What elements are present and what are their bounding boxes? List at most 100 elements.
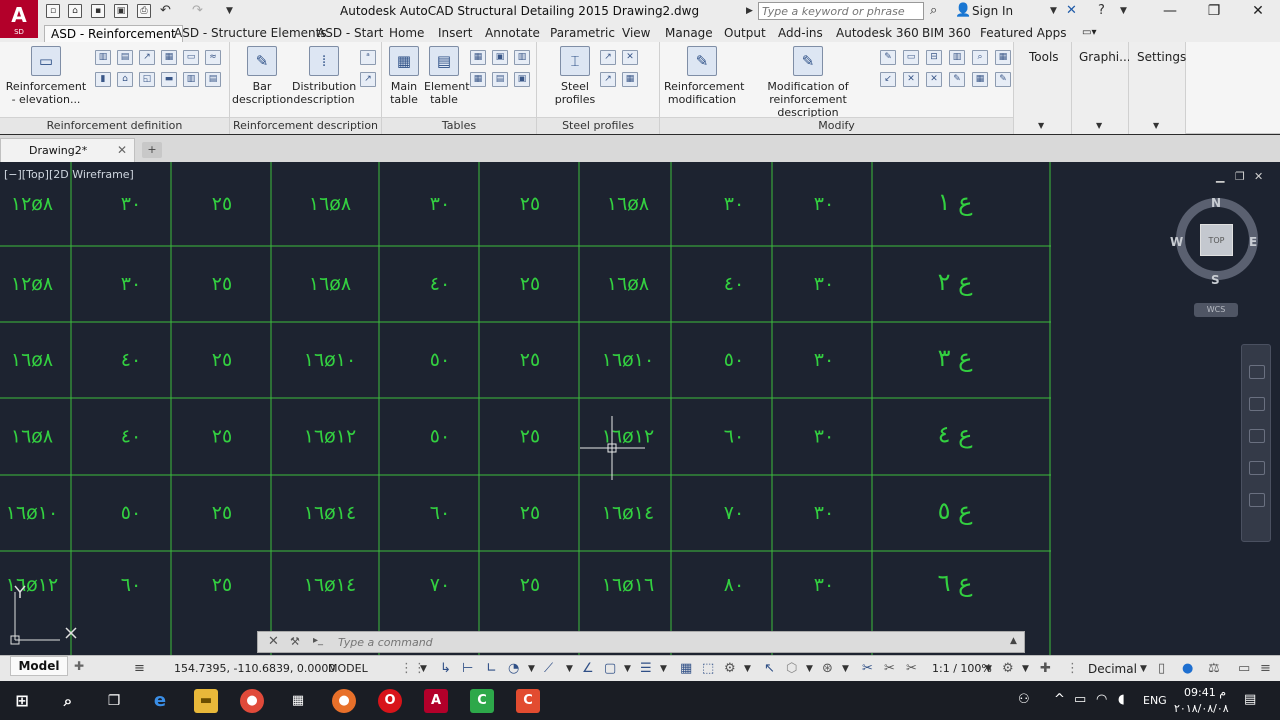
drawing-viewport[interactable]: ١٢ø٨ ٣٠ ٢٥ ١٦ø٨ ٣٠ ٢٥ ١٦ø٨ ٣٠ ٣٠ ع ١ ١٢ø٨ ٣٠ ٢٥ ١٦ø٨ ٤… — [0, 162, 1280, 655]
modify-tool-icon-5[interactable]: ⌕ — [972, 50, 988, 65]
chrome-browser-icon[interactable]: ● — [240, 689, 264, 713]
rebar-tool-icon-1[interactable]: ▥ — [95, 50, 111, 65]
edge-browser-icon[interactable]: e — [148, 689, 172, 713]
panel-settings[interactable]: Settings ▼ — [1129, 42, 1186, 134]
network-icon[interactable]: ▭ — [1074, 692, 1086, 707]
scale-dropdown-icon[interactable]: ▼ — [985, 664, 992, 674]
annotation-visibility-icon[interactable]: ✂ — [862, 661, 873, 676]
people-icon[interactable]: ⚇ — [1018, 692, 1030, 707]
help-dropdown-icon[interactable]: ▼ — [1120, 6, 1127, 16]
maximize-icon[interactable]: ❐ — [1192, 0, 1236, 23]
command-line-close-icon[interactable]: ✕ — [268, 634, 279, 649]
help-search-input[interactable] — [758, 2, 924, 20]
tab-asd-structure-elements[interactable]: ASD - Structure Elements — [168, 25, 333, 42]
undo-icon[interactable]: ↶ — [160, 3, 171, 18]
modify-tool-icon-6[interactable]: ▦ — [995, 50, 1011, 65]
table-tool-icon-2[interactable]: ▣ — [492, 50, 508, 65]
modification-of-reinforcement-description-button[interactable]: ✎ Modification of reinforcement descript… — [744, 46, 872, 119]
notifications-icon[interactable]: ▤ — [1244, 692, 1256, 707]
tab-add-ins[interactable]: Add-ins — [772, 25, 829, 42]
workspace-switching-icon[interactable]: ⚙ — [1002, 661, 1014, 676]
selection-cycling-icon[interactable]: ⬚ — [702, 661, 714, 676]
rebar-tool-icon-4[interactable]: ▦ — [161, 50, 177, 65]
steel-tool-icon-4[interactable]: ▦ — [622, 72, 638, 87]
showmotion-icon[interactable] — [1249, 493, 1265, 507]
opera-browser-icon[interactable]: O — [378, 689, 402, 713]
command-history-icon[interactable]: ▲ — [1010, 636, 1017, 646]
tab-asd-reinforcement[interactable]: ASD - Reinforcement — [44, 25, 183, 42]
ribbon-minimize-icon[interactable]: ▭▾ — [1076, 25, 1102, 42]
rebar-tool-icon-6[interactable]: ≈ — [205, 50, 221, 65]
viewport-minimize-icon[interactable]: ▁ — [1216, 170, 1224, 183]
dynamic-input-icon[interactable]: ⊢ — [462, 661, 473, 676]
command-prompt-icon[interactable]: ▸_ — [313, 635, 323, 646]
save-as-icon[interactable]: ▣ — [114, 4, 128, 18]
rebar-tool-icon-2[interactable]: ▤ — [117, 50, 133, 65]
annotation-monitor-icon[interactable]: ✚ — [1040, 661, 1051, 676]
tab-manage[interactable]: Manage — [659, 25, 719, 42]
viewport-controls-label[interactable]: [−][Top][2D Wireframe] — [4, 168, 134, 181]
application-menu-button[interactable]: A SD — [0, 0, 38, 38]
units-dropdown-icon[interactable]: ▼ — [1140, 664, 1147, 674]
cad-drawing[interactable]: ١٢ø٨ ٣٠ ٢٥ ١٦ø٨ ٣٠ ٢٥ ١٦ø٨ ٣٠ ٣٠ ع ١ ١٢ø٨ ٣٠ ٢٥ ١٦ø٨ ٤… — [0, 162, 1280, 655]
tab-insert[interactable]: Insert — [432, 25, 478, 42]
rebar-tool-icon-9[interactable]: ◱ — [139, 72, 155, 87]
plot-icon[interactable]: ⎙ — [137, 4, 151, 18]
distribution-description-button[interactable]: ⦙ Distribution description — [292, 46, 356, 106]
tab-featured-apps[interactable]: Featured Apps — [974, 25, 1072, 42]
filter-dropdown-icon[interactable]: ▼ — [806, 664, 813, 674]
customization-icon[interactable]: ≡ — [1260, 661, 1271, 676]
transparency-icon[interactable]: ▦ — [680, 661, 692, 676]
modify-tool-icon-2[interactable]: ▭ — [903, 50, 919, 65]
annotation-scale-icon[interactable]: ✂ — [906, 661, 917, 676]
rebar-tool-icon-5[interactable]: ▭ — [183, 50, 199, 65]
tab-annotate[interactable]: Annotate — [479, 25, 546, 42]
wifi-icon[interactable]: ◠ — [1096, 692, 1107, 707]
new-tab-button[interactable]: + — [142, 142, 162, 158]
layout-menu-icon[interactable]: ≡ — [134, 661, 145, 676]
tab-autodesk-360[interactable]: Autodesk 360 — [830, 25, 925, 42]
lineweight-icon[interactable]: ☰ — [640, 661, 652, 676]
object-snap-icon[interactable]: ▢ — [604, 661, 616, 676]
snap-dropdown-icon[interactable]: ▼ — [420, 664, 427, 674]
rebar-tool-icon-10[interactable]: ▬ — [161, 72, 177, 87]
isolate-objects-icon[interactable]: ● — [1182, 661, 1193, 676]
camtasia-studio-icon[interactable]: C — [516, 689, 540, 713]
units-value[interactable]: Decimal — [1088, 662, 1137, 676]
modify-tool-icon-10[interactable]: ✎ — [949, 72, 965, 87]
steel-tool-icon-1[interactable]: ↗ — [600, 50, 616, 65]
sign-in-button[interactable]: Sign In — [972, 4, 1013, 18]
save-icon[interactable]: ▪ — [91, 4, 105, 18]
binoculars-icon[interactable]: ⌕ — [930, 3, 937, 18]
bar-description-button[interactable]: ✎ Bar description — [232, 46, 293, 106]
customize-icon[interactable]: ⚒ — [290, 635, 300, 648]
viewport-close-icon[interactable]: ✕ — [1254, 170, 1263, 183]
table-tool-icon-6[interactable]: ▣ — [514, 72, 530, 87]
task-view-icon[interactable]: ❐ — [102, 689, 126, 713]
table-tool-icon-1[interactable]: ▦ — [470, 50, 486, 65]
selection-filter-icon[interactable]: ⬡ — [786, 661, 797, 676]
isodraft-icon[interactable]: ⟋ — [544, 661, 553, 676]
open-file-icon[interactable]: ⌂ — [68, 4, 82, 18]
table-tool-icon-5[interactable]: ▤ — [492, 72, 508, 87]
rebar-tool-icon-11[interactable]: ▥ — [183, 72, 199, 87]
pan-icon[interactable] — [1249, 397, 1265, 411]
modify-tool-icon-11[interactable]: ▦ — [972, 72, 988, 87]
sign-in-dropdown-icon[interactable]: ▼ — [1050, 6, 1057, 16]
modify-tool-icon-3[interactable]: ⊟ — [926, 50, 942, 65]
element-table-button[interactable]: ▤ Element table — [424, 46, 470, 106]
3d-osnap-icon[interactable]: ⚙ — [724, 661, 736, 676]
steel-tool-icon-2[interactable]: ✕ — [622, 50, 638, 65]
tray-overflow-icon[interactable]: ^ — [1054, 692, 1065, 707]
model-layout-tab[interactable]: Model — [10, 656, 68, 676]
rebar-tool-icon-12[interactable]: ▤ — [205, 72, 221, 87]
help-icon[interactable]: ? — [1098, 3, 1105, 18]
rebar-tool-icon-3[interactable]: ↗ — [139, 50, 155, 65]
ortho-icon[interactable]: ∟ — [486, 661, 497, 676]
workspace-dropdown-icon[interactable]: ▼ — [1022, 664, 1029, 674]
polar-dropdown-icon[interactable]: ▼ — [528, 664, 535, 674]
reinforcement-modification-button[interactable]: ✎ Reinforcement modification — [664, 46, 744, 106]
tab-output[interactable]: Output — [718, 25, 772, 42]
tab-bim-360[interactable]: BIM 360 — [916, 25, 977, 42]
modify-tool-icon-7[interactable]: ↙ — [880, 72, 896, 87]
